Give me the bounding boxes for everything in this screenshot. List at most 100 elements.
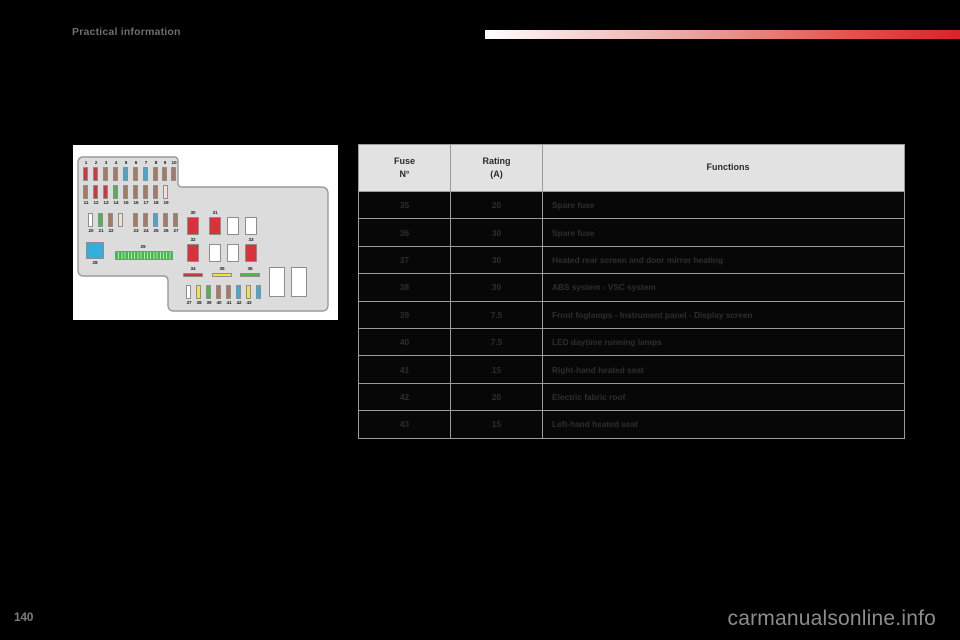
fuse-body-4 (113, 167, 119, 181)
maxi-fuse-body-30 (187, 217, 199, 235)
fuse-body-8 (153, 167, 159, 181)
cell-fuse-number: 43 (358, 410, 451, 439)
fuse-body-43 (246, 285, 252, 299)
fuse-body-12 (93, 185, 99, 199)
strip-body-34 (183, 273, 203, 277)
table-row: 37 30 Heated rear screen and door mirror… (358, 245, 905, 275)
table-row: 43 15 Left-hand heated seat (358, 410, 905, 439)
table-body: 35 20 Spare fuse 36 30 Spare fuse 37 30 … (358, 190, 905, 439)
table-row: 39 7.5 Front foglamps - Instrument panel… (358, 300, 905, 329)
fuse-body-5 (123, 167, 129, 181)
fuse-label-17: 17 (143, 200, 149, 205)
cell-fuse-function: Spare fuse (542, 190, 905, 220)
fuse-body-3 (103, 167, 109, 181)
fuse-label-39: 39 (206, 300, 212, 305)
fuse-label-35: 35 (219, 266, 225, 271)
table-row: 40 7.5 LED daytime running lamps (358, 327, 905, 357)
fuse-body-27 (173, 213, 179, 227)
cell-fuse-rating: 20 (450, 382, 543, 412)
fuse-body-21 (98, 213, 104, 227)
fuse-body-43b (256, 285, 262, 299)
large-slot-empty-b (291, 267, 307, 297)
table-head: Fuse N° Rating (A) Functions (358, 144, 905, 192)
fuse-label-4: 4 (114, 160, 118, 165)
fuse-label-16: 16 (133, 200, 139, 205)
cell-fuse-function: Spare fuse (542, 218, 905, 247)
column-header-rating: Rating (A) (450, 144, 543, 192)
fuse-body-23 (133, 213, 139, 227)
fuse-label-5: 5 (124, 160, 128, 165)
fuse-label-38: 38 (196, 300, 202, 305)
cell-fuse-rating: 7.5 (450, 327, 543, 357)
maxi-fuse-body-32 (187, 244, 199, 262)
fuse-label-23: 23 (133, 228, 139, 233)
fuse-label-11: 11 (83, 200, 89, 205)
relay-body-28 (86, 242, 104, 259)
cell-fuse-number: 39 (358, 300, 451, 329)
fuse-label-28: 28 (92, 260, 98, 265)
fuse-label-19: 19 (163, 200, 169, 205)
maxi-fuse-slot-empty-c (209, 244, 221, 262)
column-header-functions: Functions (542, 144, 905, 192)
cell-fuse-rating: 7.5 (450, 300, 543, 329)
fuse-body-13 (103, 185, 109, 199)
table-row: 35 20 Spare fuse (358, 190, 905, 220)
fuse-label-40: 40 (216, 300, 222, 305)
cell-fuse-function: Heated rear screen and door mirror heati… (542, 245, 905, 275)
fuse-body-2 (93, 167, 99, 181)
cell-fuse-number: 40 (358, 327, 451, 357)
fuse-label-2: 2 (94, 160, 98, 165)
fuse-label-3: 3 (104, 160, 108, 165)
fuse-label-9: 9 (163, 160, 167, 165)
fuse-label-14: 14 (113, 200, 119, 205)
column-header-fuse-line2: N° (399, 169, 410, 179)
cell-fuse-function: Left-hand heated seat (542, 410, 905, 439)
maxi-fuse-slot-empty-b (245, 217, 257, 235)
maxi-fuse-slot-empty-d (227, 244, 239, 262)
fuse-label-20: 20 (88, 228, 94, 233)
fuse-label-13: 13 (103, 200, 109, 205)
fuse-body-18 (153, 185, 159, 199)
maxi-fuse-body-31 (209, 217, 221, 235)
cell-fuse-rating: 15 (450, 355, 543, 384)
cell-fuse-number: 41 (358, 355, 451, 384)
cell-fuse-function: LED daytime running lamps (542, 327, 905, 357)
fuse-body-41 (226, 285, 232, 299)
fuse-label-1: 1 (84, 160, 88, 165)
fuse-label-30: 30 (190, 210, 196, 215)
cell-fuse-rating: 30 (450, 273, 543, 302)
cell-fuse-rating: 20 (450, 190, 543, 220)
fuse-label-27: 27 (173, 228, 179, 233)
fuse-body-37 (186, 285, 192, 299)
strip-body-29 (115, 251, 173, 260)
fuse-body-24 (143, 213, 149, 227)
column-header-rating-line1: Rating (482, 155, 511, 166)
cell-fuse-function: Right-hand heated seat (542, 355, 905, 384)
large-slot-empty-a (269, 267, 285, 297)
fuse-label-26: 26 (163, 228, 169, 233)
strip-body-36 (240, 273, 260, 277)
table-row: 42 20 Electric fabric roof (358, 382, 905, 412)
cell-fuse-rating: 30 (450, 218, 543, 247)
header-accent-rule (485, 30, 960, 39)
fuse-body-7 (143, 167, 149, 181)
fuse-body-22 (108, 213, 114, 227)
fuse-label-37: 37 (186, 300, 192, 305)
fuse-label-10: 10 (171, 160, 177, 165)
fuse-label-32: 32 (190, 237, 196, 242)
cell-fuse-rating: 30 (450, 245, 543, 275)
fuse-body-1 (83, 167, 89, 181)
cell-fuse-function: Electric fabric roof (542, 382, 905, 412)
fuse-label-21: 21 (98, 228, 104, 233)
fuse-label-29: 29 (140, 244, 146, 249)
fuse-body-22b (118, 213, 124, 227)
fuse-label-36: 36 (247, 266, 253, 271)
fuse-body-26 (163, 213, 169, 227)
fuse-label-7: 7 (144, 160, 148, 165)
cell-fuse-number: 38 (358, 273, 451, 302)
table-row: 38 30 ABS system - VSC system (358, 273, 905, 302)
cell-fuse-number: 36 (358, 218, 451, 247)
fuse-body-38 (196, 285, 202, 299)
cell-fuse-number: 42 (358, 382, 451, 412)
fuse-body-10 (171, 167, 177, 181)
